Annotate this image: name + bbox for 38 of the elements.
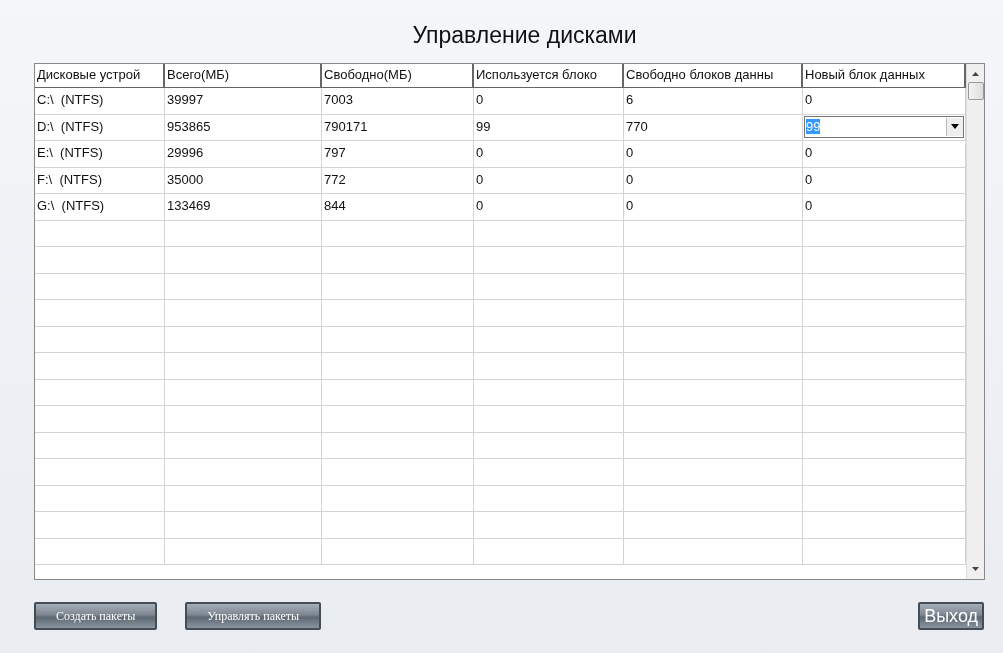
table-cell: 99 bbox=[474, 114, 624, 140]
table-cell: 953865 bbox=[165, 114, 322, 140]
column-header[interactable]: Свободно блоков данны bbox=[624, 64, 803, 87]
scroll-thumb[interactable] bbox=[967, 82, 984, 100]
table-cell: 7003 bbox=[322, 88, 474, 114]
action-button[interactable]: Создать пакеты bbox=[34, 602, 158, 630]
column-header[interactable]: Используется блоко bbox=[474, 64, 624, 87]
table-cell: G:\ (NTFS) bbox=[35, 194, 165, 220]
table-cell: 0 bbox=[624, 141, 803, 167]
dialog-title: Управление дисками bbox=[411, 21, 638, 50]
action-button[interactable]: Управлять пакеты bbox=[185, 602, 322, 630]
table-cell: D:\ (NTFS) bbox=[35, 114, 165, 140]
column-header[interactable]: Всего(МБ) bbox=[165, 64, 322, 87]
table-cell: 0 bbox=[474, 88, 624, 114]
table-cell: 29996 bbox=[165, 141, 322, 167]
table-cell: 133469 bbox=[165, 194, 322, 220]
exit-button[interactable]: Выход bbox=[918, 602, 984, 630]
table-cell: 0 bbox=[474, 194, 624, 220]
table-cell: 0 bbox=[624, 194, 803, 220]
column-header[interactable]: Свободно(МБ) bbox=[322, 64, 474, 87]
table-cell: 0 bbox=[474, 141, 624, 167]
table-cell: 797 bbox=[322, 141, 474, 167]
table-cell: 0 bbox=[624, 167, 803, 193]
table-cell: F:\ (NTFS) bbox=[35, 167, 165, 193]
column-header[interactable]: Дисковые устрой bbox=[35, 64, 165, 87]
scrollbar[interactable] bbox=[966, 64, 984, 579]
scroll-up-icon[interactable] bbox=[972, 72, 979, 76]
scroll-down-icon[interactable] bbox=[972, 567, 979, 571]
table-cell: 772 bbox=[322, 167, 474, 193]
table-cell: E:\ (NTFS) bbox=[35, 141, 165, 167]
table-cell: 0 bbox=[474, 167, 624, 193]
table-cell: 6 bbox=[624, 88, 803, 114]
table-cell: 770 bbox=[624, 114, 803, 140]
table-cell: 844 bbox=[322, 194, 474, 220]
table-cell: 39997 bbox=[165, 88, 322, 114]
table-cell: 35000 bbox=[165, 167, 322, 193]
table-cell: 790171 bbox=[322, 114, 474, 140]
table-cell: C:\ (NTFS) bbox=[35, 88, 165, 114]
